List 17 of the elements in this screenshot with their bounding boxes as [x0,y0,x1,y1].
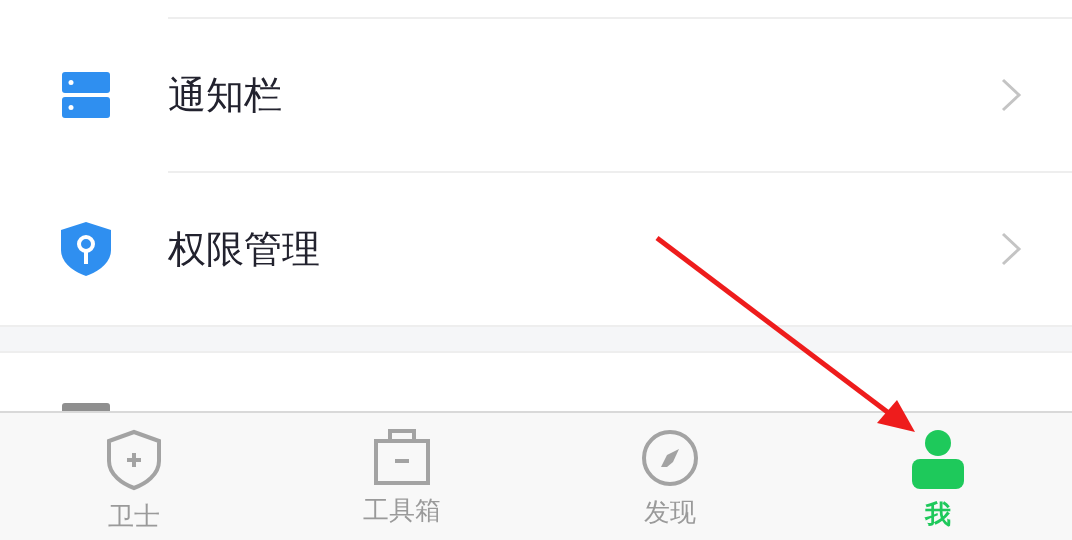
chevron-icon [1000,77,1022,113]
chevron-icon [1000,231,1022,267]
person-icon [910,429,966,489]
settings-row[interactable]: 权限管理 [168,173,1072,325]
row-label: 通知栏 [168,71,283,119]
row-label: 权限管理 [168,225,321,273]
system-icon [62,403,110,411]
shield-plus-icon [105,429,163,491]
server-icon [62,72,110,118]
shield-key-icon [61,222,111,276]
tab[interactable]: 工具箱 [268,413,536,540]
compass-icon [641,429,699,487]
tab[interactable]: 发现 [536,413,804,540]
settings-row[interactable]: 通知栏 [168,19,1072,173]
tab[interactable]: 我 [804,413,1072,540]
tab[interactable]: 卫士 [0,413,268,540]
toolbox-icon [374,429,430,485]
